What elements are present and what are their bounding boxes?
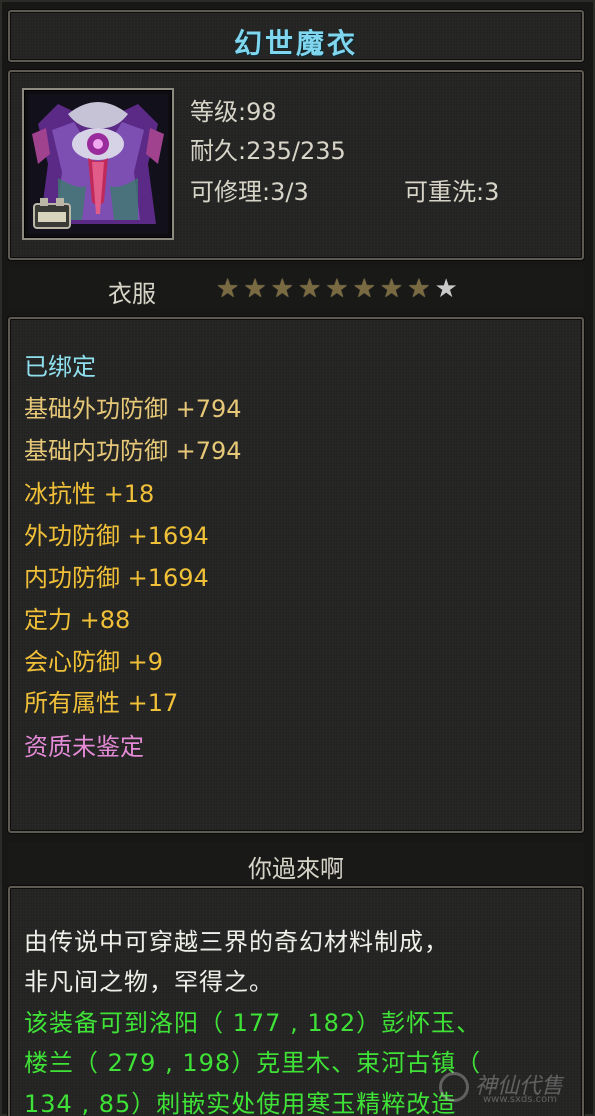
slot-row: 衣服 ★ ★ ★ ★ ★ ★ ★ ★ ★ <box>8 267 584 309</box>
bound-status: 已绑定 <box>24 353 96 381</box>
star-icon: ★ <box>297 274 322 304</box>
description-line: 非凡间之物，罕得之。 <box>24 968 274 996</box>
item-durability: 耐久:235/235 <box>190 137 346 165</box>
star-icon: ★ <box>407 274 431 304</box>
attribute-line: 会心防御 +9 <box>24 648 164 676</box>
watermark: 神仙代售 www.sxds.com <box>439 1068 579 1108</box>
title-bar: 幻世魔衣 <box>8 10 584 62</box>
attribute-line: 定力 +88 <box>24 606 131 634</box>
quality-status: 资质未鉴定 <box>24 733 144 761</box>
star-icon: ★ <box>379 274 404 304</box>
attribute-line: 冰抗性 +18 <box>24 480 155 508</box>
item-info-panel: 等级:98 耐久:235/235 可修理:3/3 可重洗:3 <box>8 70 584 260</box>
set-name-row: 你過來啊 <box>8 842 584 884</box>
description-line: 由传说中可穿越三界的奇幻材料制成， <box>24 928 449 956</box>
item-name: 幻世魔衣 <box>233 27 358 60</box>
attribute-line: 外功防御 +1694 <box>24 522 209 550</box>
attribute-panel: 已绑定 基础外功防御 +794 基础内功防御 +794 冰抗性 +18 外功防御… <box>8 317 584 833</box>
hint-line: 134 , 85）刺嵌实处使用寒玉精粹改造 <box>24 1090 457 1116</box>
item-level: 等级:98 <box>190 98 277 126</box>
robe-artwork <box>28 94 168 234</box>
star-icon: ★ <box>434 274 458 304</box>
item-tooltip-window: 幻世魔衣 等级:98 耐久:235/235 可修理:3/3 可重洗:3 衣服 ★… <box>0 0 595 1116</box>
attribute-line: 内功防御 +1694 <box>24 564 209 592</box>
hint-line: 该装备可到洛阳（ 177 , 182）彭怀玉、 <box>24 1009 482 1037</box>
star-rating: ★ ★ ★ ★ ★ ★ ★ ★ ★ <box>216 274 458 304</box>
attribute-line: 所有属性 +17 <box>24 689 179 717</box>
item-rewashable: 可重洗:3 <box>404 178 500 206</box>
star-icon: ★ <box>270 274 294 304</box>
armor-robe-icon <box>22 88 174 240</box>
watermark-url: www.sxds.com <box>483 1094 558 1105</box>
star-icon: ★ <box>243 274 267 304</box>
slot-label: 衣服 <box>108 280 156 308</box>
item-repairable: 可修理:3/3 <box>190 178 309 206</box>
star-icon: ★ <box>216 274 240 304</box>
star-icon: ★ <box>352 274 376 304</box>
watermark-logo-icon <box>439 1072 469 1102</box>
star-icon: ★ <box>325 274 349 304</box>
set-name: 你過來啊 <box>248 855 344 883</box>
hint-line: 楼兰（ 279 , 198）克里木、束河古镇（ <box>24 1049 482 1077</box>
attribute-line: 基础外功防御 +794 <box>24 395 242 423</box>
attribute-line: 基础内功防御 +794 <box>24 437 242 465</box>
